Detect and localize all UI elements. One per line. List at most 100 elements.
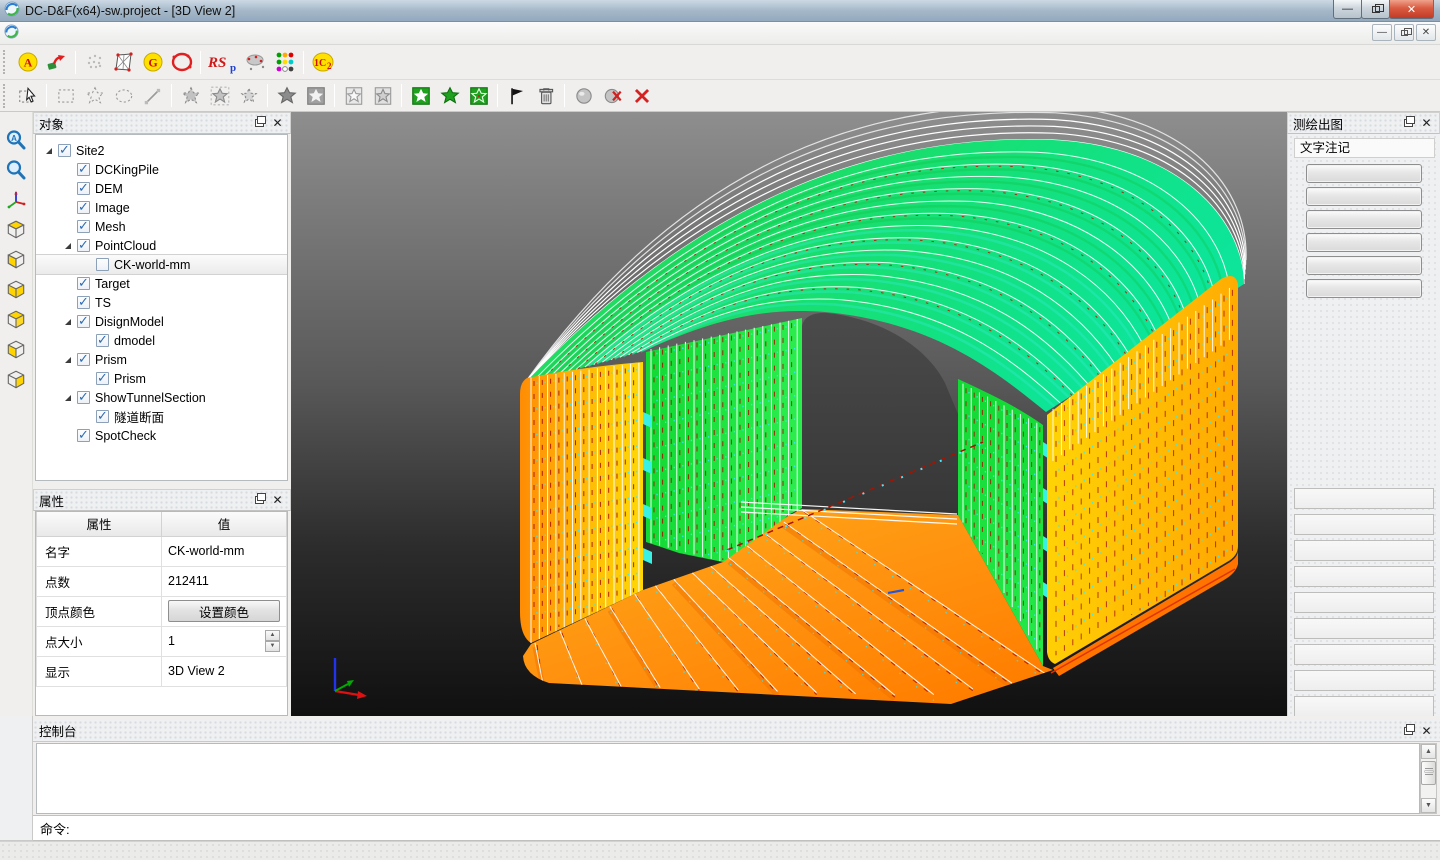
tree-item[interactable]: DEM <box>36 179 287 198</box>
accept-inside-icon[interactable] <box>406 82 435 110</box>
checkbox[interactable] <box>77 239 90 252</box>
pointcloud-gray-icon[interactable] <box>80 48 109 76</box>
tree-item[interactable]: Prism <box>36 369 287 388</box>
menu-item[interactable] <box>145 22 165 45</box>
select-intersect-icon[interactable] <box>234 82 263 110</box>
mdi-close-button[interactable]: ✕ <box>1416 24 1436 41</box>
menu-item[interactable] <box>25 22 45 45</box>
close-panel-button[interactable]: ✕ <box>1419 723 1434 738</box>
polygon-select-icon[interactable] <box>80 82 109 110</box>
load-selection-icon[interactable] <box>368 82 397 110</box>
checkbox[interactable] <box>96 334 109 347</box>
pick-select-icon[interactable] <box>13 82 42 110</box>
set-color-button[interactable]: 设置颜色 <box>168 600 280 622</box>
annotation-button[interactable] <box>1306 164 1422 183</box>
toolbar-grip[interactable] <box>3 84 8 108</box>
accept-outside-icon[interactable] <box>464 82 493 110</box>
select-all-icon[interactable] <box>272 82 301 110</box>
float-panel-button[interactable] <box>1401 116 1416 131</box>
checkbox[interactable] <box>77 163 90 176</box>
expander-icon[interactable] <box>63 392 75 404</box>
tree-item[interactable]: 隧道断面 <box>36 407 287 426</box>
category-bar[interactable] <box>1294 696 1434 717</box>
tree-item[interactable]: Target <box>36 274 287 293</box>
view-left-icon[interactable] <box>3 336 29 363</box>
checkbox[interactable] <box>96 372 109 385</box>
classify-grid-icon[interactable] <box>270 48 299 76</box>
view-bottom-icon[interactable] <box>3 246 29 273</box>
float-panel-button[interactable] <box>252 116 267 131</box>
close-panel-button[interactable]: ✕ <box>270 116 285 131</box>
annotation-button[interactable] <box>1306 279 1422 298</box>
tree-item[interactable]: dmodel <box>36 331 287 350</box>
mdi-restore-button[interactable] <box>1394 24 1414 41</box>
lasso-select-icon[interactable] <box>109 82 138 110</box>
view-back-icon[interactable] <box>3 306 29 333</box>
expander-icon[interactable] <box>63 354 75 366</box>
flag-mark-icon[interactable] <box>502 82 531 110</box>
prop-display-value[interactable]: 3D View 2 <box>162 656 287 686</box>
view-front-icon[interactable] <box>3 276 29 303</box>
checkbox[interactable] <box>77 391 90 404</box>
transform-arrow-icon[interactable] <box>42 48 71 76</box>
select-outside-icon[interactable] <box>205 82 234 110</box>
mapping-panel-titlebar[interactable]: 测绘出图 ✕ <box>1287 112 1440 134</box>
mesh-box-icon[interactable] <box>109 48 138 76</box>
view-top-icon[interactable] <box>3 216 29 243</box>
console-titlebar[interactable]: 控制台 ✕ <box>33 720 1440 742</box>
close-panel-button[interactable]: ✕ <box>1419 116 1434 131</box>
tree-item[interactable]: TS <box>36 293 287 312</box>
point-size-stepper[interactable]: ▲ ▼ <box>265 630 280 652</box>
category-bar[interactable] <box>1294 592 1434 613</box>
scroll-down-icon[interactable]: ▼ <box>1421 798 1436 813</box>
close-button[interactable]: ✕ <box>1389 0 1434 19</box>
console-log[interactable] <box>36 743 1420 814</box>
view-right-icon[interactable] <box>3 366 29 393</box>
restore-button[interactable] <box>1361 0 1390 19</box>
menu-item[interactable] <box>125 22 145 45</box>
tree-item[interactable]: Site2 <box>36 141 287 160</box>
menu-item[interactable] <box>105 22 125 45</box>
pointcloud-register-icon[interactable] <box>241 48 270 76</box>
checkbox[interactable] <box>96 410 109 423</box>
tree-item[interactable]: DisignModel <box>36 312 287 331</box>
checkbox[interactable] <box>77 296 90 309</box>
point-size-value[interactable]: 1 <box>168 634 175 648</box>
annotation-button[interactable] <box>1306 187 1422 206</box>
checkbox[interactable] <box>96 258 109 271</box>
checkbox[interactable] <box>77 315 90 328</box>
delete-selection-icon[interactable] <box>531 82 560 110</box>
axis-view-icon[interactable] <box>3 186 29 213</box>
invert-selection-icon[interactable] <box>301 82 330 110</box>
menu-item[interactable] <box>45 22 65 45</box>
menu-item[interactable] <box>185 22 205 45</box>
sphere-delete-icon[interactable] <box>598 82 627 110</box>
category-bar[interactable] <box>1294 618 1434 639</box>
checkbox[interactable] <box>77 429 90 442</box>
text-annotation-header[interactable]: 文字注记 <box>1294 138 1435 158</box>
minimize-button[interactable]: — <box>1333 0 1362 19</box>
checkbox[interactable] <box>58 144 71 157</box>
properties-panel-titlebar[interactable]: 属性 ✕ <box>33 489 291 511</box>
scroll-up-icon[interactable]: ▲ <box>1421 744 1436 759</box>
stepper-down-icon[interactable]: ▼ <box>265 641 280 652</box>
rect-select-icon[interactable] <box>51 82 80 110</box>
close-panel-button[interactable]: ✕ <box>270 493 285 508</box>
tree-item[interactable]: SpotCheck <box>36 426 287 445</box>
annotation-g-icon[interactable]: G <box>138 48 167 76</box>
objects-panel-titlebar[interactable]: 对象 ✕ <box>33 112 291 134</box>
category-bar[interactable] <box>1294 670 1434 691</box>
float-panel-button[interactable] <box>252 493 267 508</box>
float-panel-button[interactable] <box>1401 723 1416 738</box>
annotation-button[interactable] <box>1306 256 1422 275</box>
rsp-tool-icon[interactable]: RSp <box>205 48 241 76</box>
3d-viewport[interactable] <box>291 112 1287 716</box>
category-bar[interactable] <box>1294 644 1434 665</box>
red-circle-icon[interactable] <box>167 48 196 76</box>
expander-icon[interactable] <box>44 145 56 157</box>
checkbox[interactable] <box>77 277 90 290</box>
line-select-icon[interactable] <box>138 82 167 110</box>
zoom-icon[interactable] <box>3 156 29 183</box>
expander-icon[interactable] <box>63 316 75 328</box>
prop-name-value[interactable]: CK-world-mm <box>162 536 287 566</box>
